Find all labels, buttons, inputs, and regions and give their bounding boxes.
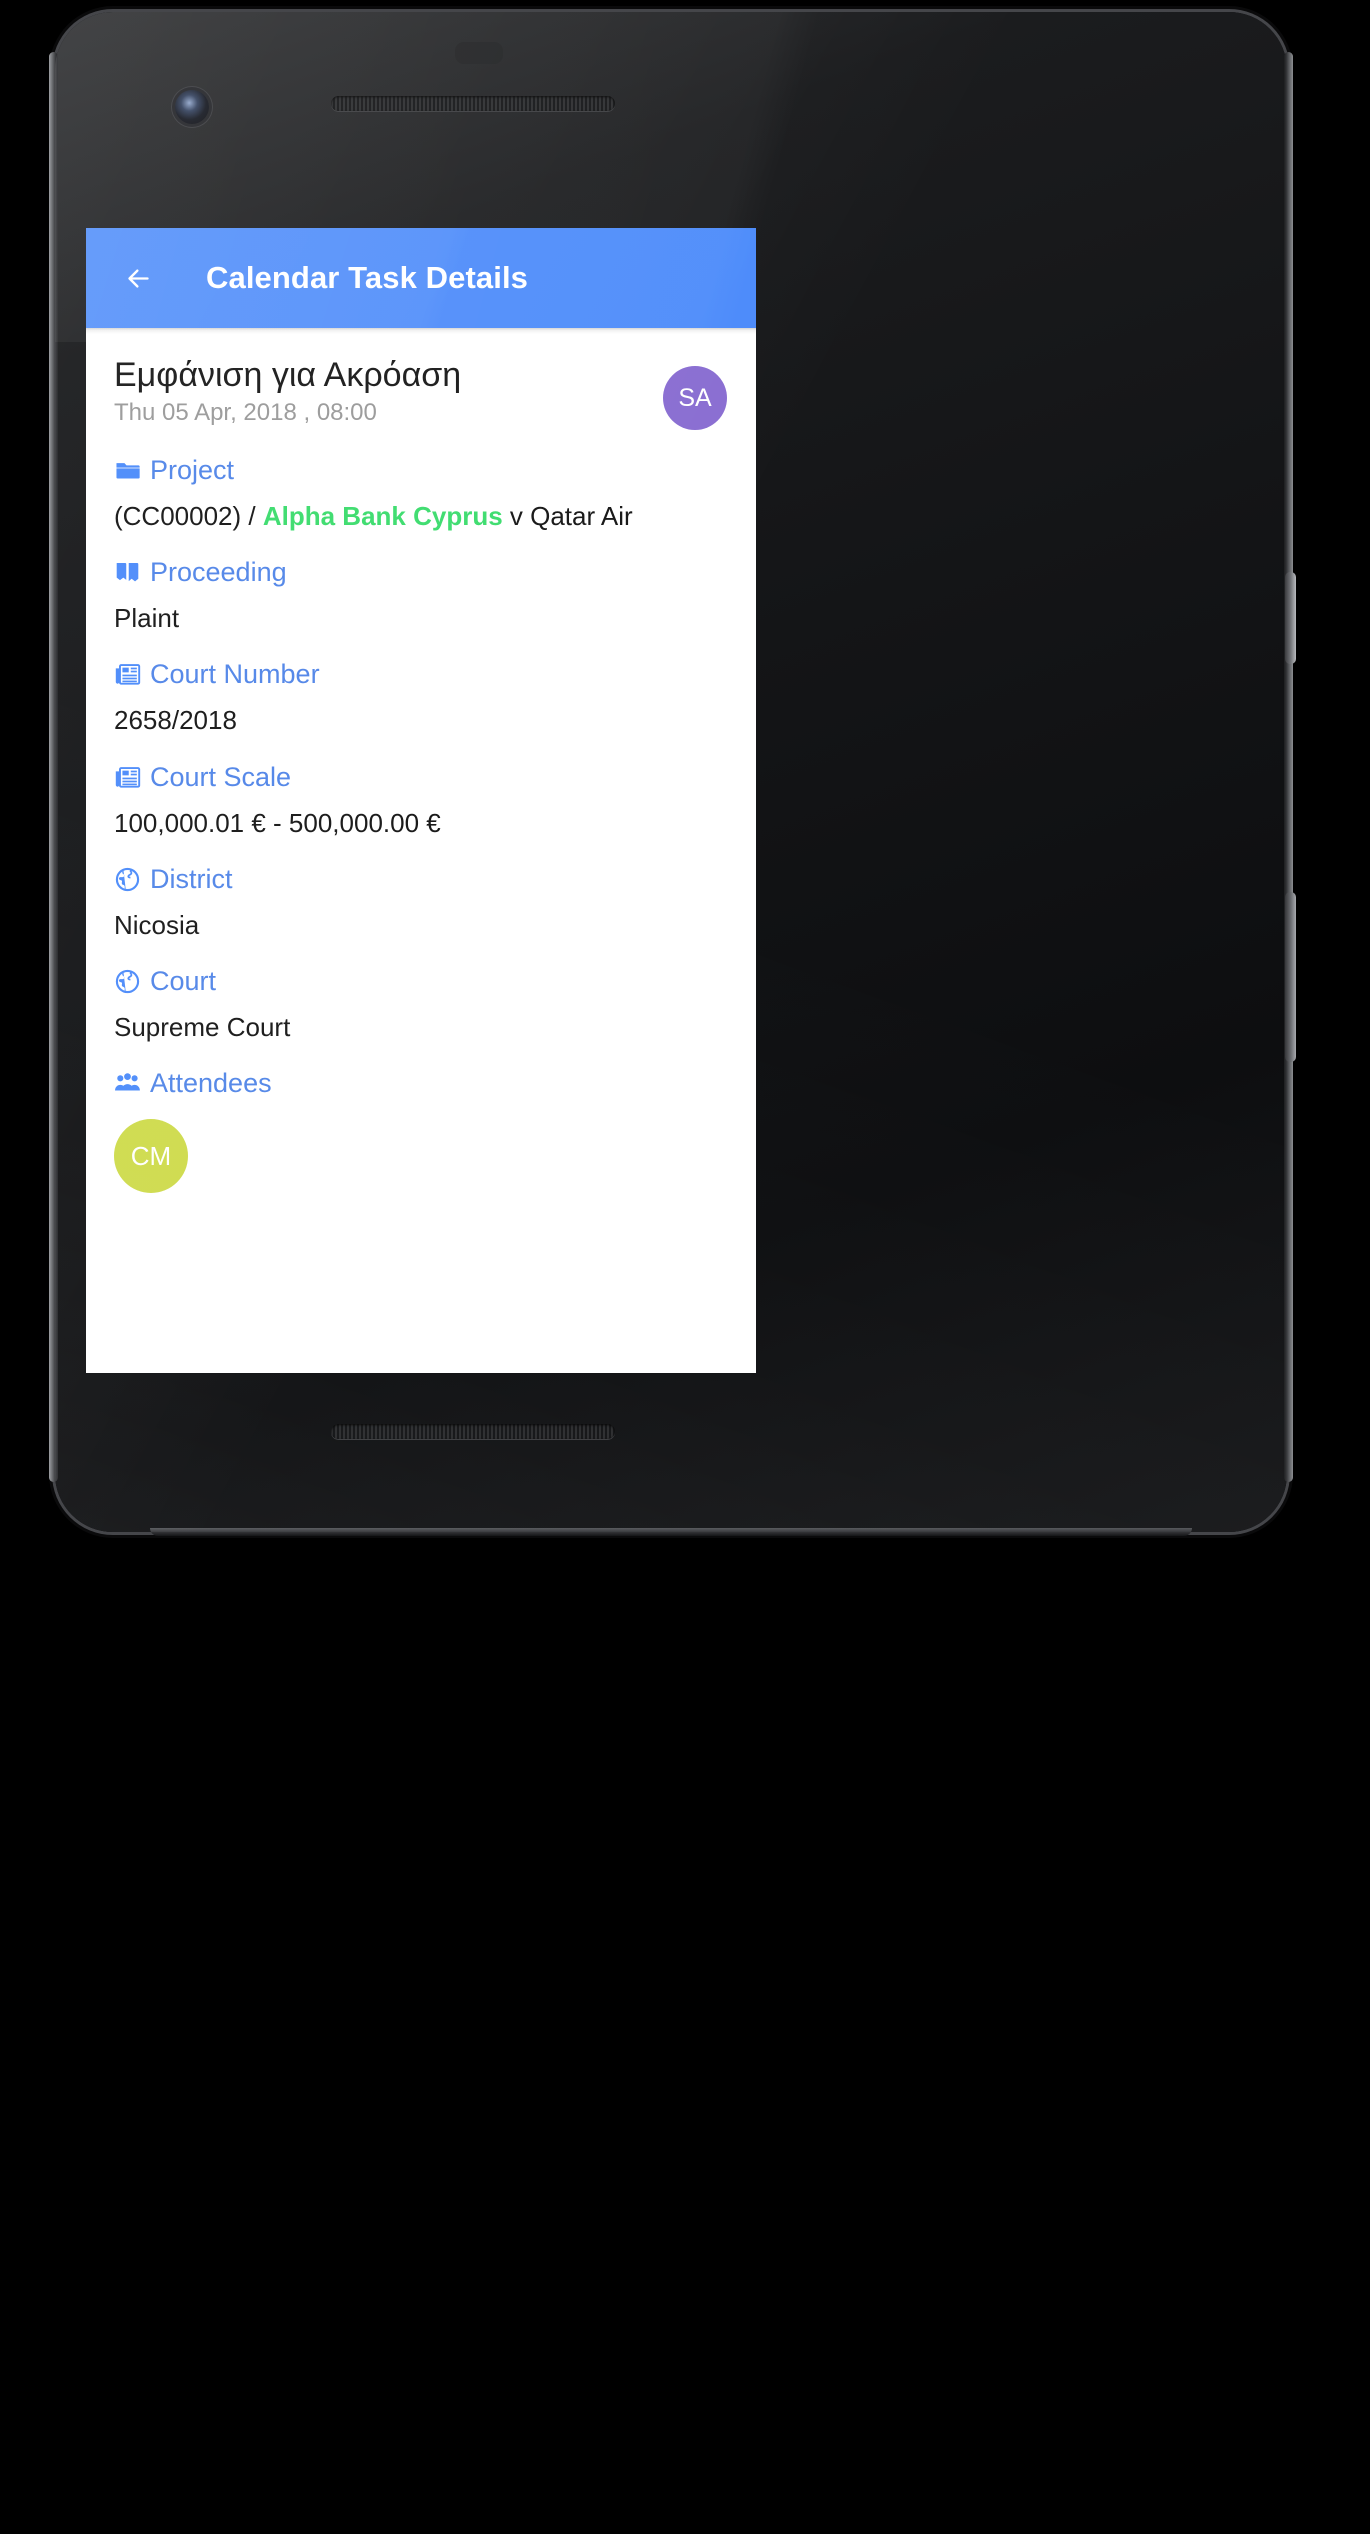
- field-court-scale-value: 100,000.01 € - 500,000.00 €: [114, 807, 441, 838]
- field-court-number: Court Number 2658/2018: [86, 661, 756, 736]
- phone-device: Calendar Task Details Εμφάνιση για Ακρόα…: [49, 12, 1296, 1536]
- field-district-label: District: [150, 863, 233, 894]
- field-court-value: Supreme Court: [114, 1011, 291, 1042]
- task-header: Εμφάνιση για Ακρόαση Thu 05 Apr, 2018 , …: [86, 334, 756, 430]
- arrow-left-icon: [125, 265, 152, 292]
- screenshot-canvas: Calendar Task Details Εμφάνιση για Ακρόα…: [0, 0, 1370, 2534]
- field-district-value: Nicosia: [114, 909, 200, 940]
- globe-icon: [114, 968, 141, 995]
- owner-avatar-initials: SA: [678, 383, 712, 412]
- field-attendees: Attendees: [86, 1070, 756, 1097]
- field-court-scale: Court Scale 100,000.01 € - 500,000.00 €: [86, 761, 756, 839]
- phone-screen: Calendar Task Details Εμφάνιση για Ακρόα…: [86, 228, 756, 1373]
- attendee-avatar-initials: CM: [130, 1140, 172, 1171]
- field-project-label-row: Project: [114, 457, 728, 484]
- field-project-label: Project: [150, 455, 235, 485]
- owner-avatar[interactable]: SA: [663, 366, 727, 430]
- field-project-value-suffix: v Qatar Air: [502, 501, 633, 531]
- field-court-scale-label: Court Scale: [150, 761, 292, 792]
- power-button[interactable]: [1285, 572, 1296, 664]
- newspaper-icon: [114, 661, 141, 688]
- field-project-value-prefix: (CC00002) /: [114, 501, 263, 531]
- task-datetime: Thu 05 Apr, 2018 , 08:00: [114, 399, 377, 427]
- page-title: Calendar Task Details: [206, 260, 528, 295]
- field-proceeding-label: Proceeding: [150, 557, 287, 588]
- globe-icon: [114, 866, 141, 893]
- field-court-number-label: Court Number: [150, 659, 320, 690]
- folder-icon: [114, 457, 141, 484]
- volume-button[interactable]: [1285, 892, 1296, 1062]
- app-bar: Calendar Task Details: [86, 228, 756, 328]
- device-bottom-edge: [150, 1528, 1192, 1536]
- device-left-rail: [49, 52, 58, 1482]
- field-project-value: (CC00002) / Alpha Bank Cyprus v Qatar Ai…: [114, 501, 728, 532]
- field-court-label: Court: [150, 965, 217, 996]
- field-attendees-label-row: Attendees: [114, 1070, 728, 1097]
- field-court-number-value: 2658/2018: [114, 705, 237, 736]
- field-court-number-label-row: Court Number: [114, 661, 728, 688]
- field-court-label-row: Court: [114, 965, 728, 996]
- field-court-scale-label-row: Court Scale: [114, 761, 728, 792]
- book-open-icon: [114, 559, 141, 586]
- bottom-speaker-icon: [331, 1424, 615, 1439]
- field-attendees-label: Attendees: [150, 1068, 272, 1099]
- field-district: District Nicosia: [86, 863, 756, 941]
- field-district-label-row: District: [114, 863, 728, 894]
- field-proceeding-label-row: Proceeding: [114, 559, 728, 586]
- field-proceeding-value: Plaint: [114, 603, 180, 634]
- newspaper-icon: [114, 764, 141, 791]
- field-proceeding: Proceeding Plaint: [86, 559, 756, 634]
- back-button[interactable]: [114, 254, 162, 302]
- task-details-content: Εμφάνιση για Ακρόαση Thu 05 Apr, 2018 , …: [86, 334, 756, 1223]
- task-title: Εμφάνιση για Ακρόαση: [114, 356, 462, 394]
- field-court: Court Supreme Court: [86, 965, 756, 1043]
- people-icon: [114, 1070, 141, 1097]
- device-right-rail: [1284, 52, 1293, 1482]
- field-project: Project (CC00002) / Alpha Bank Cyprus v …: [86, 457, 756, 532]
- earpiece-speaker-icon: [331, 96, 615, 111]
- task-header-text: Εμφάνιση για Ακρόαση Thu 05 Apr, 2018 , …: [114, 356, 461, 427]
- front-camera-icon: [175, 90, 209, 124]
- attendees-list: CM: [86, 1119, 756, 1223]
- proximity-sensor-icon: [455, 42, 503, 64]
- attendee-avatar[interactable]: CM: [114, 1119, 188, 1194]
- field-project-value-highlight: Alpha Bank Cyprus: [262, 501, 503, 531]
